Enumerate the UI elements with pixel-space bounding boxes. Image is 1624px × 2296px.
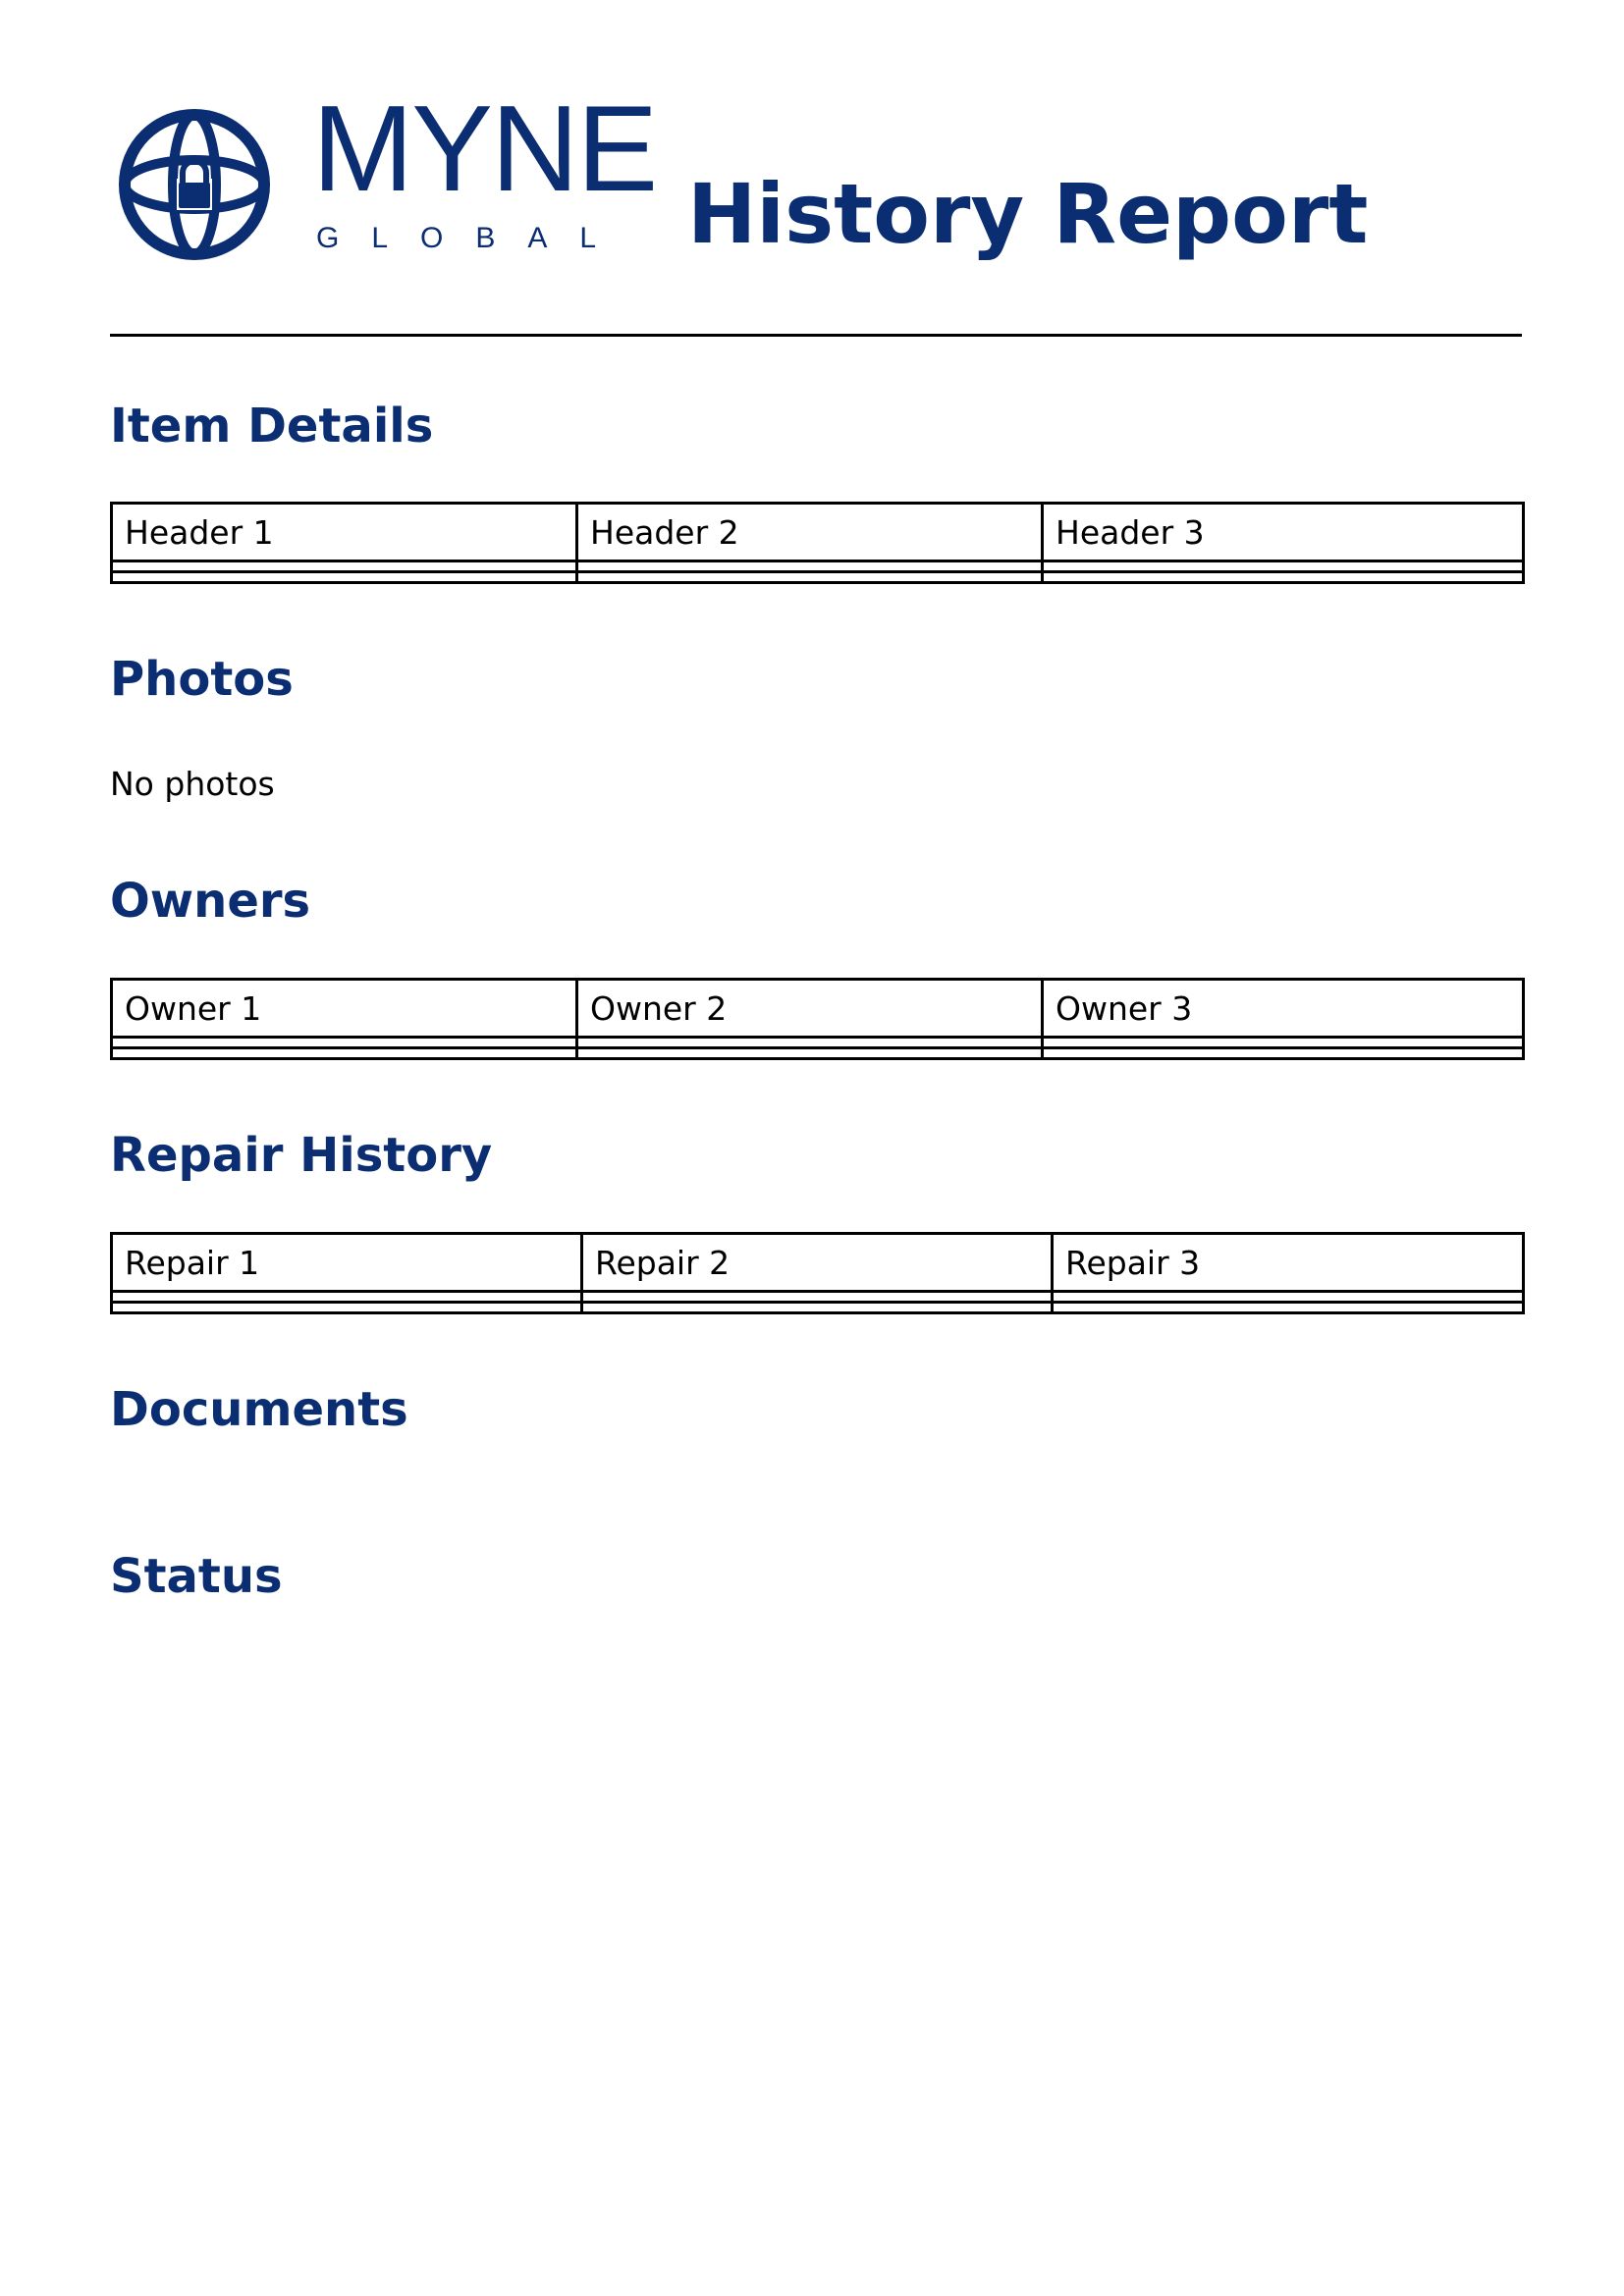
- table-cell: [1041, 570, 1525, 584]
- table-cell: [1041, 1046, 1525, 1060]
- owners-table: Owner 1 Owner 2 Owner 3: [110, 978, 1525, 1060]
- table-cell: [110, 1301, 583, 1314]
- globe-lock-icon: [119, 109, 270, 260]
- table-cell: [580, 1290, 1054, 1304]
- no-photos-text: No photos: [110, 765, 275, 803]
- table-row: [110, 560, 1525, 573]
- table-cell: [1041, 560, 1525, 573]
- table-cell: [575, 1036, 1044, 1049]
- status-heading: Status: [110, 1549, 283, 1604]
- table-row: [110, 570, 1525, 584]
- table-row: [110, 1036, 1525, 1049]
- repair-history-table: Repair 1 Repair 2 Repair 3: [110, 1232, 1525, 1314]
- item-details-table: Header 1 Header 2 Header 3: [110, 502, 1525, 584]
- table-header-cell: Header 2: [575, 502, 1044, 562]
- table-cell: [110, 1290, 583, 1304]
- table-row: [110, 1290, 1525, 1304]
- table-header-cell: Owner 3: [1041, 978, 1525, 1039]
- table-cell: [110, 560, 578, 573]
- brand-tagline: GLOBAL: [316, 222, 629, 254]
- table-cell: [575, 1046, 1044, 1060]
- table-header-cell: Repair 1: [110, 1232, 583, 1293]
- table-header-cell: Repair 3: [1051, 1232, 1525, 1293]
- table-cell: [1041, 1036, 1525, 1049]
- table-cell: [575, 560, 1044, 573]
- table-header-row: Header 1 Header 2 Header 3: [110, 502, 1525, 562]
- table-cell: [580, 1301, 1054, 1314]
- table-row: [110, 1046, 1525, 1060]
- table-row: [110, 1301, 1525, 1314]
- repair-history-heading: Repair History: [110, 1128, 493, 1183]
- table-header-row: Repair 1 Repair 2 Repair 3: [110, 1232, 1525, 1293]
- owners-heading: Owners: [110, 874, 311, 929]
- item-details-heading: Item Details: [110, 399, 434, 454]
- brand-name: MYNE: [312, 81, 658, 217]
- table-cell: [110, 570, 578, 584]
- photos-heading: Photos: [110, 652, 294, 707]
- table-header-row: Owner 1 Owner 2 Owner 3: [110, 978, 1525, 1039]
- table-header-cell: Header 3: [1041, 502, 1525, 562]
- table-header-cell: Header 1: [110, 502, 578, 562]
- report-title: History Report: [687, 166, 1369, 262]
- table-header-cell: Repair 2: [580, 1232, 1054, 1293]
- table-header-cell: Owner 1: [110, 978, 578, 1039]
- table-cell: [575, 570, 1044, 584]
- table-cell: [110, 1046, 578, 1060]
- table-cell: [110, 1036, 578, 1049]
- report-page: MYNE GLOBAL History Report Item Details …: [110, 0, 1525, 2296]
- documents-heading: Documents: [110, 1382, 408, 1437]
- table-cell: [1051, 1290, 1525, 1304]
- table-header-cell: Owner 2: [575, 978, 1044, 1039]
- header-divider: [110, 334, 1522, 337]
- report-header: MYNE GLOBAL History Report: [110, 88, 1522, 273]
- table-cell: [1051, 1301, 1525, 1314]
